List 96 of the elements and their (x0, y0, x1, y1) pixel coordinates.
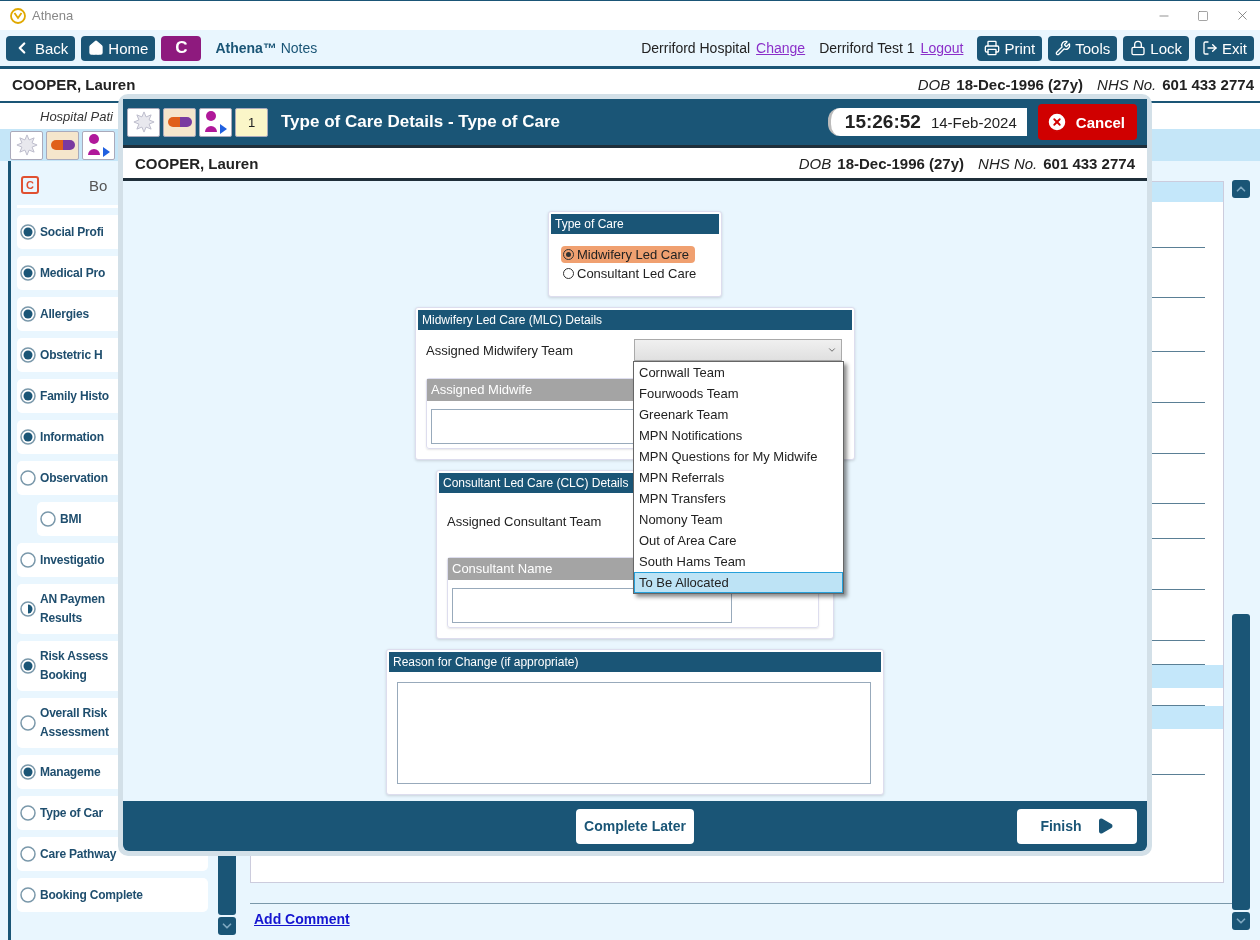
lock-button[interactable]: Lock (1123, 35, 1189, 61)
person-button[interactable] (82, 130, 115, 160)
person-button[interactable] (199, 107, 232, 137)
nhs-label: NHS No. (1097, 75, 1157, 93)
sidebar-item[interactable]: Booking Complete (17, 878, 208, 912)
flower-icon (132, 111, 155, 133)
date-text: 14-Feb-2024 (930, 113, 1017, 131)
patient-name: COOPER, Lauren (135, 154, 259, 172)
care-option[interactable]: Midwifery Led Care (561, 246, 695, 263)
person-arrow-icon (202, 110, 229, 134)
printer-icon (984, 40, 1001, 56)
location-text: Hospital Pati (40, 108, 113, 124)
team-option[interactable]: Cornwall Team (634, 362, 843, 383)
nhs-value: 601 433 2774 (1043, 154, 1135, 172)
cancel-button[interactable]: Cancel (1037, 104, 1137, 140)
notes-button[interactable]: 1 (235, 107, 268, 137)
tools-button[interactable]: Tools (1048, 35, 1118, 61)
c-badge: C (21, 176, 39, 194)
print-button[interactable]: Print (977, 35, 1043, 61)
logout-link[interactable]: Logout (920, 40, 964, 56)
panel-title: Type of Care (551, 214, 719, 234)
exit-icon (1202, 40, 1218, 56)
sidebar-label: Booking Complete (40, 886, 143, 904)
scroll-down-button[interactable] (1232, 912, 1250, 930)
time-text: 15:26:52 (844, 111, 921, 133)
scrollbar-thumb[interactable] (1232, 614, 1250, 910)
scroll-up-button[interactable] (1232, 180, 1250, 198)
medication-button[interactable] (163, 107, 196, 137)
sidebar-label: Family Histo (40, 387, 109, 405)
close-icon[interactable] (1235, 8, 1250, 23)
dob-label: DOB (798, 154, 832, 172)
sidebar-label: Risk Assess Booking (40, 648, 109, 684)
team-option[interactable]: Out of Area Care (634, 530, 843, 551)
sidebar-label: Manageme (40, 763, 101, 781)
sidebar-label: Social Profi (40, 223, 104, 241)
nhs-label: NHS No. (978, 154, 1038, 172)
panel-title: Midwifery Led Care (MLC) Details (418, 310, 852, 330)
back-button[interactable]: Back (6, 35, 76, 61)
team-option[interactable]: MPN Transfers (634, 488, 843, 509)
team-option[interactable]: MPN Notifications (634, 425, 843, 446)
padlock-icon (1130, 40, 1147, 56)
c-button[interactable]: C (161, 35, 202, 61)
team-option[interactable]: Nomony Team (634, 509, 843, 530)
home-button[interactable]: Home (81, 35, 156, 61)
scroll-down-button[interactable] (218, 917, 236, 935)
dob-label: DOB (917, 75, 951, 93)
sidebar-label: Medical Pro (40, 264, 106, 282)
user-name: Derriford Test 1 (819, 40, 915, 56)
maximize-icon[interactable] (1197, 9, 1209, 22)
add-comment-link[interactable]: Add Comment (254, 911, 350, 927)
sidebar-label: Investigatio (40, 551, 105, 569)
home-icon (88, 40, 105, 56)
exit-button[interactable]: Exit (1195, 35, 1254, 61)
close-circle-icon (1045, 111, 1068, 133)
team-option[interactable]: MPN Questions for My Midwife (634, 446, 843, 467)
sidebar-label: Overall Risk Assessment (40, 705, 109, 741)
app-name: Athena™ Notes (215, 40, 318, 56)
patient-name: COOPER, Lauren (12, 75, 136, 93)
wrench-icon (1055, 40, 1072, 56)
notes-count: 1 (247, 114, 256, 130)
alerts-button[interactable] (127, 107, 160, 137)
pill-icon (166, 116, 193, 128)
sidebar-label: Care Pathway (40, 845, 117, 863)
sidebar-label: Information (40, 428, 104, 446)
dob-value: 18-Dec-1996 (27y) (837, 154, 965, 172)
team-option[interactable]: Greenark Team (634, 404, 843, 425)
dob-value: 18-Dec-1996 (27y) (956, 75, 1084, 93)
team-select[interactable] (634, 339, 842, 361)
person-arrow-icon (85, 133, 112, 157)
sidebar-label: Obstetric H (40, 346, 103, 364)
finish-button[interactable]: Finish (1017, 808, 1137, 844)
sidebar-label: BMI (60, 510, 82, 528)
field-label: Assigned Midwifery Team (426, 342, 575, 358)
complete-later-button[interactable]: Complete Later (576, 808, 694, 844)
panel-title: Reason for Change (if appropriate) (389, 652, 881, 672)
sidebar-label: Observation (40, 469, 108, 487)
care-option[interactable]: Consultant Led Care (561, 265, 703, 282)
team-option[interactable]: To Be Allocated (634, 572, 843, 593)
team-option[interactable]: MPN Referrals (634, 467, 843, 488)
sidebar-label: Type of Car (40, 804, 103, 822)
nhs-value: 601 433 2774 (1162, 75, 1254, 93)
sidebar-label: Allergies (40, 305, 89, 323)
window-title: Athena (32, 8, 74, 23)
pill-icon (49, 139, 76, 151)
medication-button[interactable] (46, 130, 79, 160)
chevron-down-icon (827, 345, 837, 355)
team-option[interactable]: South Hams Team (634, 551, 843, 572)
app-logo-icon (10, 7, 26, 24)
change-link[interactable]: Change (756, 40, 806, 56)
hospital-name: Derriford Hospital (641, 40, 751, 56)
dialog-title: Type of Care Details - Type of Care (281, 112, 560, 132)
sidebar-label: AN Paymen Results (40, 591, 105, 627)
sidebar-heading: Bo (89, 176, 108, 194)
flower-icon (15, 134, 38, 156)
team-option[interactable]: Fourwoods Team (634, 383, 843, 404)
reason-field[interactable] (397, 682, 871, 784)
